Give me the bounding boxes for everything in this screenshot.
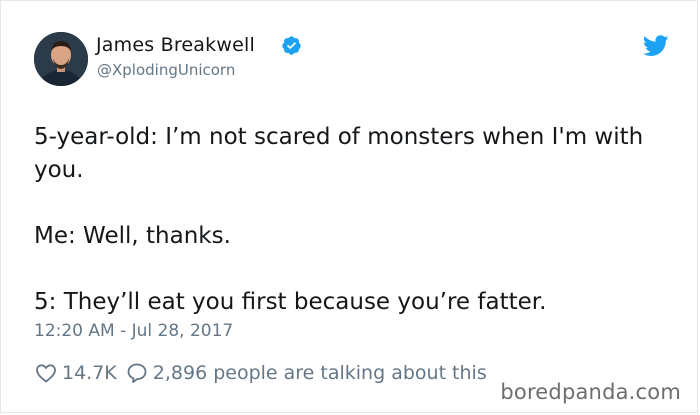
avatar[interactable] xyxy=(34,32,88,86)
tweet-text: 5-year-old: I’m not scared of monsters w… xyxy=(34,121,674,319)
tweet-card: James Breakwell @XplodingUnicorn 5-year-… xyxy=(0,0,698,413)
replies-text[interactable]: 2,896 people are talking about this xyxy=(153,362,487,384)
verified-badge-icon xyxy=(281,35,302,56)
tweet-text-line: 5: They’ll eat you first because you’re … xyxy=(34,289,547,315)
author-display-name[interactable]: James Breakwell xyxy=(96,34,255,56)
twitter-bird-icon[interactable] xyxy=(642,35,669,57)
watermark: boredpanda.com xyxy=(500,380,681,404)
tweet-timestamp[interactable]: 12:20 AM - Jul 28, 2017 xyxy=(34,321,233,341)
heart-icon[interactable] xyxy=(34,361,58,385)
tweet-actions: 14.7K 2,896 people are talking about thi… xyxy=(34,360,495,386)
author-handle[interactable]: @XplodingUnicorn xyxy=(97,61,235,79)
like-count: 14.7K xyxy=(62,362,117,384)
tweet-text-line: Me: Well, thanks. xyxy=(34,223,231,249)
tweet-text-line: 5-year-old: I’m not scared of monsters w… xyxy=(34,124,644,183)
speech-bubble-icon[interactable] xyxy=(125,361,149,385)
